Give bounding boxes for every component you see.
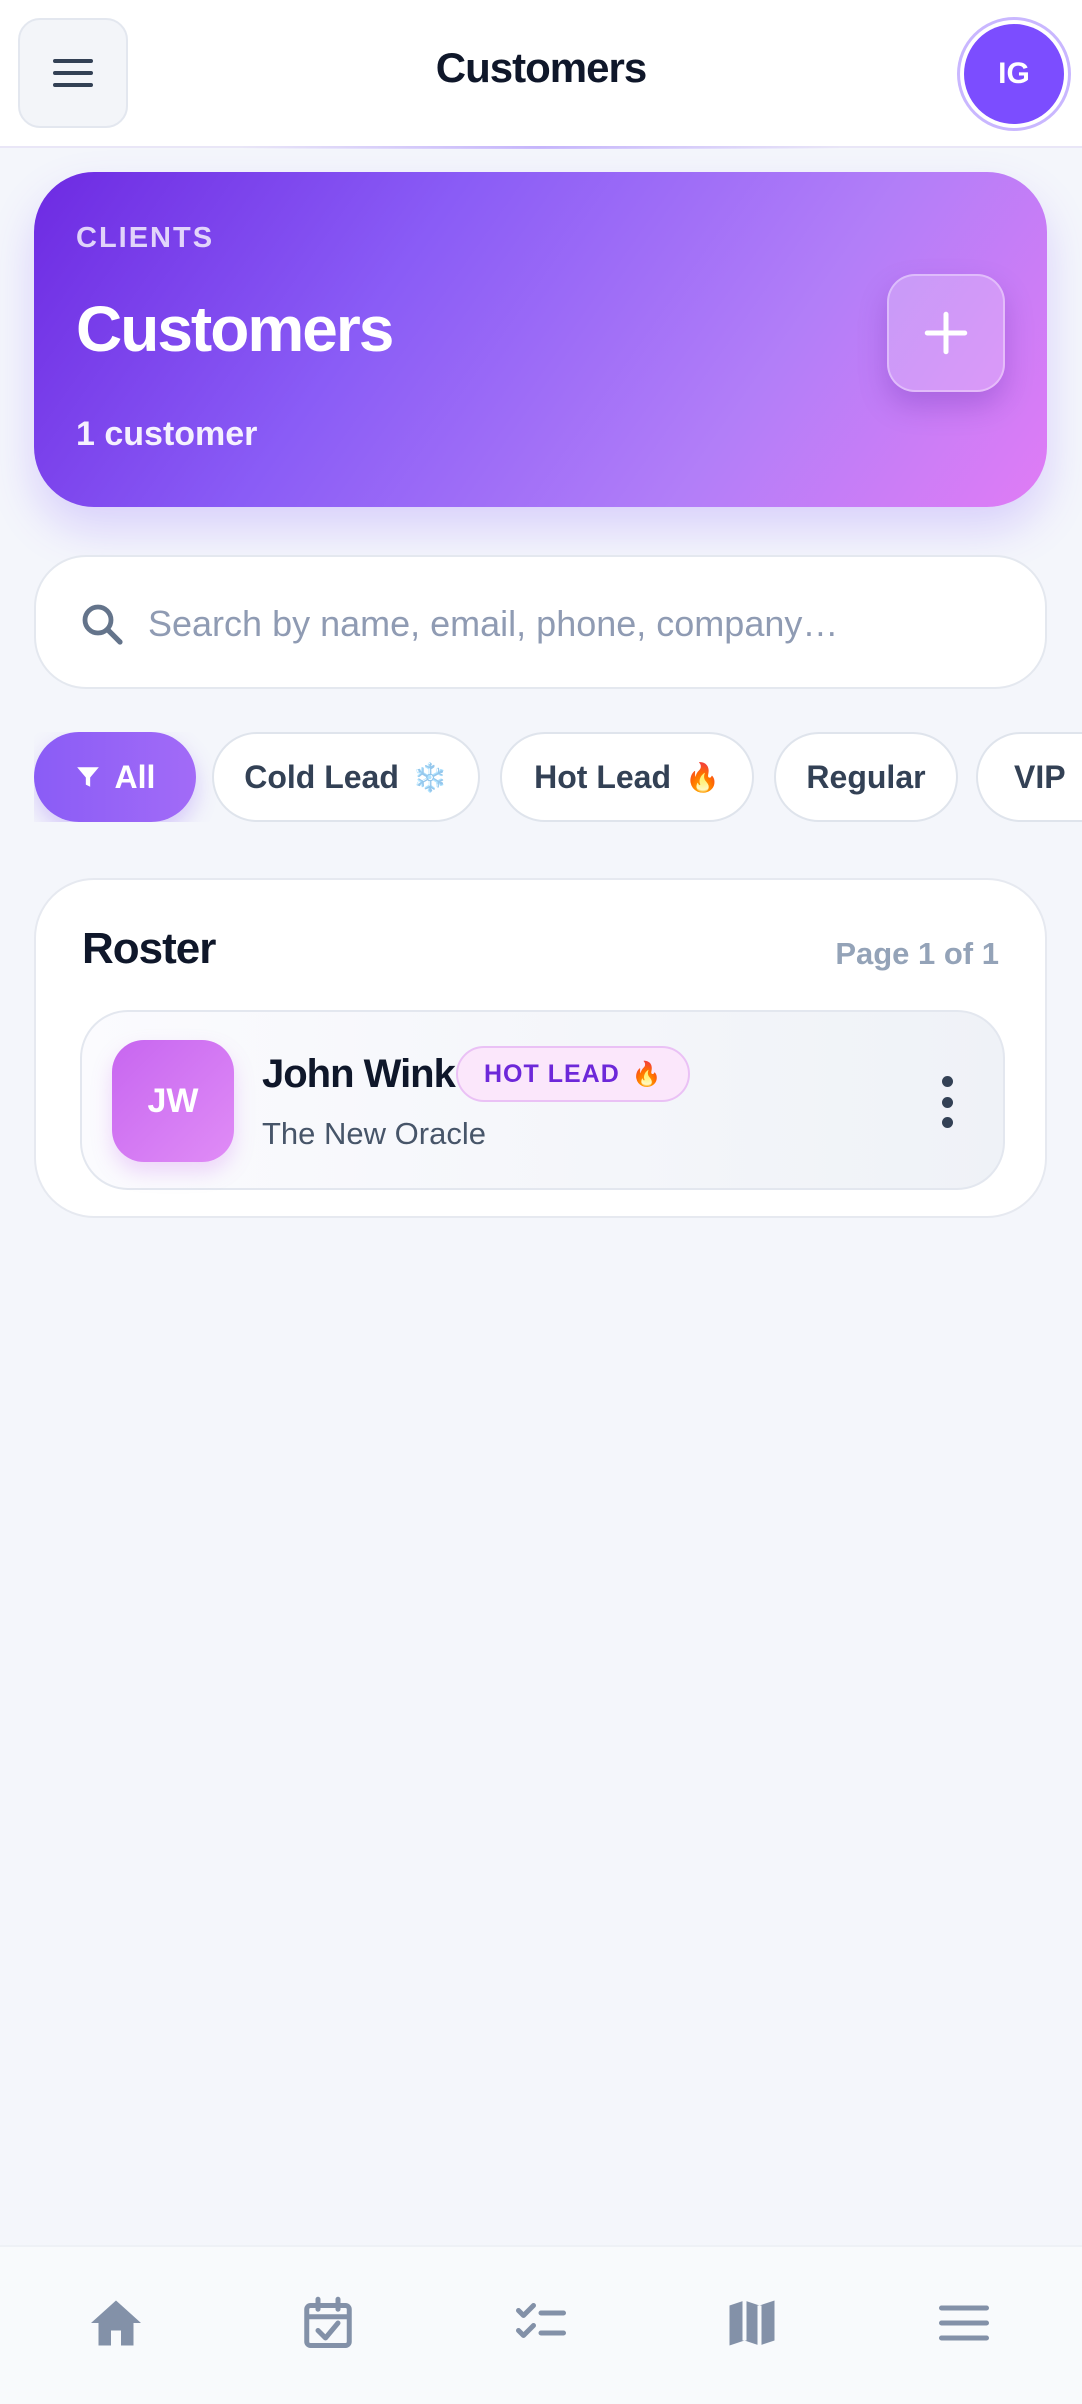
- fire-icon: 🔥: [631, 1060, 662, 1088]
- snowflake-icon: ❄️: [412, 761, 448, 793]
- filter-chip-label: VIP: [1014, 758, 1066, 795]
- more-options-icon[interactable]: [937, 1076, 957, 1128]
- search-bar[interactable]: [34, 555, 1047, 689]
- menu-icon: [939, 2305, 989, 2341]
- roster-card: Roster Page 1 of 1 JW John Wink HOT LEAD…: [34, 878, 1047, 1218]
- search-input[interactable]: [148, 589, 1008, 659]
- bottom-navigation: [0, 2245, 1082, 2404]
- filter-chip-vip[interactable]: VIP: [976, 732, 1082, 822]
- filter-chip-label: Cold Lead: [244, 758, 399, 795]
- customer-avatar: JW: [112, 1040, 234, 1162]
- nav-calendar[interactable]: [296, 2291, 360, 2355]
- filter-chips: All Cold Lead ❄️ Hot Lead 🔥 Regular VIP: [34, 732, 1082, 822]
- roster-title: Roster: [82, 924, 216, 973]
- filter-chip-label: Regular: [806, 758, 926, 795]
- nav-tasks[interactable]: [509, 2291, 573, 2355]
- nav-more[interactable]: [932, 2291, 996, 2355]
- filter-chip-label: All: [114, 758, 156, 795]
- search-icon: [82, 604, 123, 645]
- filter-chip-hot-lead[interactable]: Hot Lead 🔥: [500, 732, 754, 822]
- filter-chip-regular[interactable]: Regular: [774, 732, 958, 822]
- fire-icon: 🔥: [685, 761, 720, 793]
- page-title: Customers: [435, 44, 647, 91]
- status-badge-label: HOT LEAD: [484, 1059, 620, 1088]
- status-badge: HOT LEAD 🔥: [456, 1046, 690, 1102]
- nav-home[interactable]: [84, 2291, 148, 2355]
- customer-name: John Wink: [262, 1052, 456, 1096]
- home-icon: [91, 2300, 141, 2346]
- plus-icon: [924, 311, 968, 355]
- hero-card: CLIENTS Customers 1 customer: [34, 172, 1047, 507]
- customer-count: 1 customer: [76, 415, 258, 453]
- add-customer-button[interactable]: [887, 274, 1005, 392]
- pagination-label: Page 1 of 1: [835, 936, 999, 971]
- nav-map[interactable]: [720, 2291, 784, 2355]
- top-app-bar: Customers IG: [0, 0, 1082, 149]
- user-avatar[interactable]: IG: [964, 24, 1064, 124]
- filter-chip-all[interactable]: All: [34, 732, 196, 822]
- customer-company: The New Oracle: [262, 1116, 486, 1151]
- checklist-icon: [516, 2303, 566, 2338]
- filter-chip-label: Hot Lead: [534, 758, 671, 795]
- hero-title: Customers: [76, 293, 394, 365]
- customer-row[interactable]: JW John Wink HOT LEAD 🔥 The New Oracle: [80, 1010, 1005, 1190]
- filter-chip-cold-lead[interactable]: Cold Lead ❄️: [212, 732, 480, 822]
- filter-icon: [76, 767, 99, 787]
- hero-eyebrow: CLIENTS: [76, 222, 215, 254]
- map-icon: [729, 2300, 775, 2346]
- calendar-check-icon: [304, 2296, 352, 2348]
